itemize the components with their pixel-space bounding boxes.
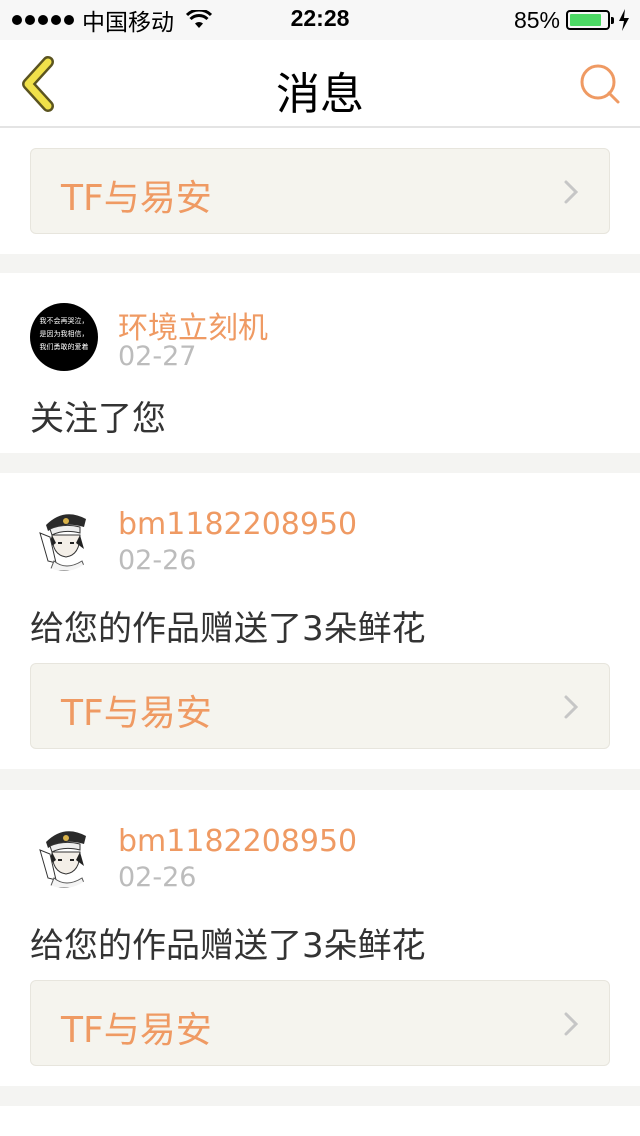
avatar-text-line: 我不会再哭泣，	[39, 317, 89, 325]
message-date: 02-26	[118, 545, 197, 576]
user-portrait-icon	[39, 831, 87, 888]
work-card[interactable]: TF与易安	[30, 980, 610, 1066]
notification-item: TF与易安	[0, 128, 640, 254]
avatar-text-line: 我们勇敢的爱着	[39, 343, 89, 351]
avatar[interactable]: 我不会再哭泣， 是因为我相信， 我们勇敢的爱着	[30, 303, 98, 371]
message-date: 02-26	[118, 862, 197, 893]
nav-bar: 消息	[0, 40, 640, 128]
work-title: TF与易安	[61, 178, 212, 219]
work-card[interactable]: TF与易安	[30, 148, 610, 234]
charging-icon	[619, 9, 629, 31]
work-card[interactable]: TF与易安	[30, 663, 610, 749]
user-portrait-icon	[39, 514, 87, 571]
message-text: 给您的作品赠送了3朵鲜花	[30, 926, 426, 966]
username[interactable]: bm1182208950	[118, 824, 357, 859]
avatar[interactable]	[30, 820, 98, 888]
status-bar: 中国移动 22:28 85%	[0, 0, 640, 40]
chevron-right-icon	[564, 180, 579, 204]
message-date: 02-27	[118, 341, 197, 372]
chevron-right-icon	[564, 695, 579, 719]
search-icon[interactable]	[578, 62, 622, 106]
battery-fill	[570, 14, 601, 26]
notification-item	[0, 1106, 640, 1136]
battery-percent: 85%	[513, 6, 560, 33]
status-right: 85%	[514, 6, 630, 34]
work-title: TF与易安	[61, 693, 212, 734]
avatar[interactable]	[30, 503, 98, 571]
page-title: 消息	[276, 69, 364, 120]
notification-item: bm1182208950 02-26 给您的作品赠送了3朵鲜花 TF与易安	[0, 473, 640, 769]
message-text: 给您的作品赠送了3朵鲜花	[30, 609, 426, 649]
chevron-right-icon	[564, 1012, 579, 1036]
notification-item: bm1182208950 02-26 给您的作品赠送了3朵鲜花 TF与易安	[0, 790, 640, 1086]
username[interactable]: bm1182208950	[118, 507, 357, 542]
work-title: TF与易安	[61, 1010, 212, 1051]
notification-item: 我不会再哭泣， 是因为我相信， 我们勇敢的爱着 环境立刻机 02-27 关注了您	[0, 273, 640, 453]
battery-icon	[566, 10, 614, 30]
avatar-text-line: 是因为我相信，	[39, 330, 89, 338]
message-text: 关注了您	[30, 399, 166, 439]
